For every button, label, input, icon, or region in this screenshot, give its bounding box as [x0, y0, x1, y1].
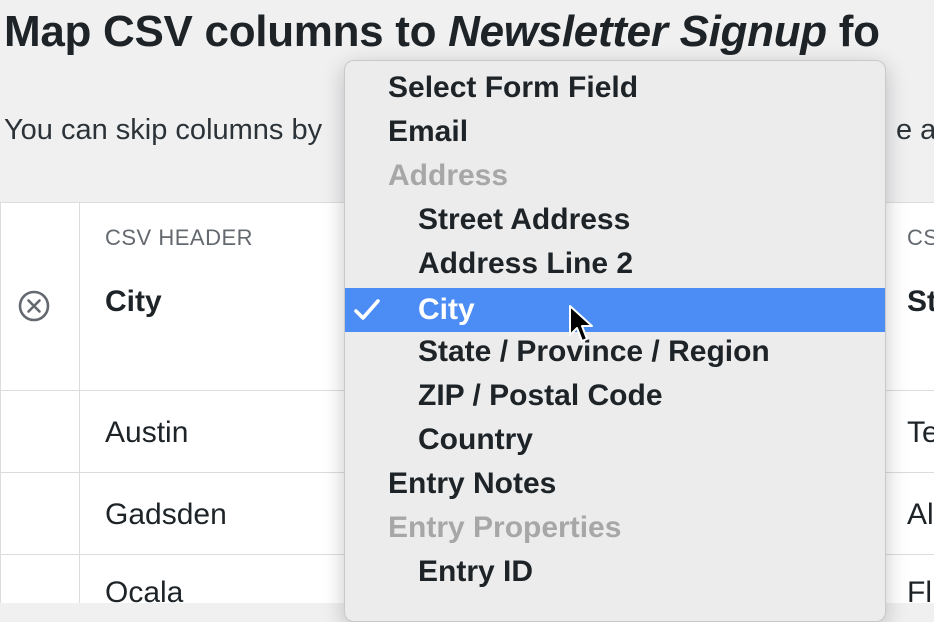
checkmark-icon [354, 299, 380, 320]
optgroup-label: Entry Properties [388, 511, 622, 544]
option-label: Entry ID [418, 555, 534, 588]
option-city[interactable]: City [345, 288, 885, 332]
csv-column-name-2: St [907, 285, 934, 318]
option-label: Entry Notes [388, 467, 557, 500]
option-label: Street Address [418, 203, 631, 236]
page-title-prefix: Map CSV columns to [4, 7, 449, 56]
option-label: Country [418, 423, 533, 456]
table-cell: Fl [907, 576, 932, 609]
optgroup-address: Address [345, 154, 885, 198]
column-divider [79, 203, 80, 603]
option-entry-id[interactable]: Entry ID [345, 550, 885, 594]
form-name: Newsletter Signup [448, 7, 827, 56]
option-state-province-region[interactable]: State / Province / Region [345, 330, 885, 374]
csv-header-label-2: CS [907, 225, 934, 250]
option-address-line-2[interactable]: Address Line 2 [345, 242, 885, 286]
option-entry-notes[interactable]: Entry Notes [345, 462, 885, 506]
option-label: Email [388, 115, 469, 148]
option-label: State / Province / Region [418, 335, 770, 368]
table-cell: Gadsden [105, 498, 227, 531]
option-select-form-field[interactable]: Select Form Field [345, 66, 885, 110]
close-circle-icon[interactable] [17, 289, 51, 323]
csv-column-name: City [105, 285, 162, 318]
intro-text-right: e a n [896, 114, 934, 146]
option-zip-postal-code[interactable]: ZIP / Postal Code [345, 374, 885, 418]
intro-text-left: You can skip columns by [4, 114, 323, 146]
option-email[interactable]: Email [345, 110, 885, 154]
form-field-dropdown-menu[interactable]: Select Form Field Email Address Street A… [344, 60, 886, 622]
table-cell: Ocala [105, 576, 184, 609]
csv-header-label: CSV HEADER [105, 225, 254, 250]
option-label: Select Form Field [388, 71, 639, 104]
table-cell: Al [907, 498, 934, 531]
option-country[interactable]: Country [345, 418, 885, 462]
page-title-suffix: fo [826, 7, 880, 56]
option-label: ZIP / Postal Code [418, 379, 663, 412]
intro-text: You can skip columns by e a n [4, 108, 934, 152]
table-cell: Te [907, 416, 934, 449]
table-cell: Austin [105, 416, 189, 449]
option-label: Address Line 2 [418, 247, 634, 280]
option-label: City [418, 293, 475, 326]
option-street-address[interactable]: Street Address [345, 198, 885, 242]
optgroup-label: Address [388, 159, 509, 192]
optgroup-entry-properties: Entry Properties [345, 506, 885, 550]
page-title: Map CSV columns to Newsletter Signup fo [4, 2, 880, 62]
